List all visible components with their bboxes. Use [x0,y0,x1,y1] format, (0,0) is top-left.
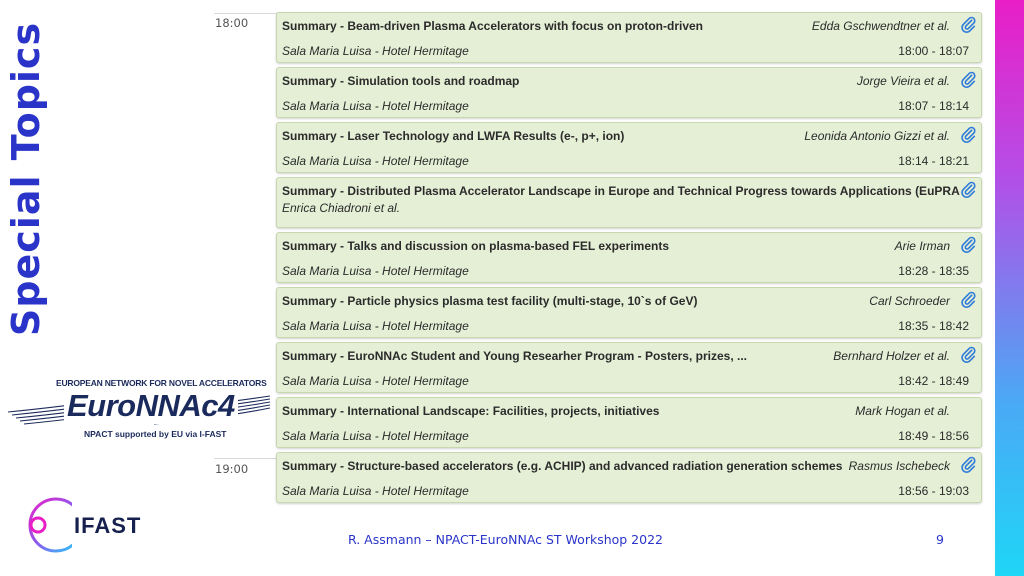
entry-room: Sala Maria Luisa - Hotel Hermitage [282,484,469,498]
paperclip-icon[interactable] [960,126,977,143]
ifast-wordmark: IFAST [74,513,142,538]
entry-room: Enrica Chiadroni et al. [282,201,401,215]
entry-time: 18:56 - 19:03 [898,484,969,498]
paperclip-icon[interactable] [960,16,977,33]
paperclip-icon[interactable] [960,291,977,308]
entry-author: Jorge Vieira et al. [856,74,950,88]
entry-author: Rasmus Ischebeck [848,459,950,473]
timetable-entry[interactable]: Summary - Distributed Plasma Accelerator… [276,177,982,228]
entry-title[interactable]: Summary - Talks and discussion on plasma… [282,239,669,253]
ifast-ring-icon [28,497,72,553]
entry-title[interactable]: Summary - Structure-based accelerators (… [282,459,842,473]
entry-time: 18:49 - 18:56 [898,429,969,443]
timetable-entry[interactable]: Summary - International Landscape: Facil… [276,397,982,448]
page-number: 9 [936,532,944,547]
entry-room: Sala Maria Luisa - Hotel Hermitage [282,264,469,278]
entry-time: 18:00 - 18:07 [898,44,969,58]
entry-title[interactable]: Summary - Distributed Plasma Accelerator… [282,184,960,198]
footer-text: R. Assmann – NPACT-EuroNNAc ST Workshop … [348,532,663,547]
timetable-entry[interactable]: Summary - Beam-driven Plasma Accelerator… [276,12,982,63]
entry-time: 18:28 - 18:35 [898,264,969,278]
timetable-entry[interactable]: Summary - Talks and discussion on plasma… [276,232,982,283]
euronnac-logo-bottom-text: NPACT supported by EU via I-FAST [84,429,227,439]
paperclip-icon[interactable] [960,346,977,363]
euronnac-logo-top-text: EUROPEAN NETWORK FOR NOVEL ACCELERATORS [56,378,267,388]
entry-author: Arie Irman [894,239,950,253]
entry-author: Mark Hogan et al. [855,404,950,418]
gradient-side-bar [995,0,1024,576]
entry-time: 18:35 - 18:42 [898,319,969,333]
timetable-entry[interactable]: Summary - Structure-based accelerators (… [276,452,982,503]
entry-room: Sala Maria Luisa - Hotel Hermitage [282,319,469,333]
entry-author: Edda Gschwendtner et al. [811,19,950,33]
entry-author: Leonida Antonio Gizzi et al. [804,129,950,143]
euronnac-logo: EUROPEAN NETWORK FOR NOVEL ACCELERATORS … [8,378,270,442]
entry-author: Bernhard Holzer et al. [833,349,950,363]
timetable-entry[interactable]: Summary - Laser Technology and LWFA Resu… [276,122,982,173]
entry-room: Sala Maria Luisa - Hotel Hermitage [282,44,469,58]
paperclip-icon[interactable] [960,236,977,253]
entry-time: 18:42 - 18:49 [898,374,969,388]
entry-room: Sala Maria Luisa - Hotel Hermitage [282,374,469,388]
timetable-entry[interactable]: Summary - Particle physics plasma test f… [276,287,982,338]
entry-title[interactable]: Summary - EuroNNAc Student and Young Res… [282,349,747,363]
entry-time: 18:07 - 18:14 [898,99,969,113]
entry-title[interactable]: Summary - Particle physics plasma test f… [282,294,697,308]
entry-room: Sala Maria Luisa - Hotel Hermitage [282,429,469,443]
timetable-entry[interactable]: Summary - Simulation tools and roadmap J… [276,67,982,118]
entry-title[interactable]: Summary - Simulation tools and roadmap [282,74,519,88]
paperclip-icon[interactable] [960,456,977,473]
side-title: Special Topics [4,14,48,344]
paperclip-icon[interactable] [960,181,977,198]
entry-title[interactable]: Summary - Laser Technology and LWFA Resu… [282,129,624,143]
entry-room: Sala Maria Luisa - Hotel Hermitage [282,154,469,168]
euronnac-wordmark: EuroNNAc4 [64,388,238,424]
timetable-entry[interactable]: Summary - EuroNNAc Student and Young Res… [276,342,982,393]
entry-title[interactable]: Summary - International Landscape: Facil… [282,404,659,418]
ifast-logo: IFAST [26,493,158,563]
entry-title[interactable]: Summary - Beam-driven Plasma Accelerator… [282,19,703,33]
entry-room: Sala Maria Luisa - Hotel Hermitage [282,99,469,113]
paperclip-icon[interactable] [960,71,977,88]
time-label-1900: 19:00 [215,462,249,476]
entry-author: Carl Schroeder [869,294,950,308]
side-title-text: Special Topics [4,21,49,337]
time-label-1800: 18:00 [215,16,249,30]
entry-time: 18:14 - 18:21 [898,154,969,168]
